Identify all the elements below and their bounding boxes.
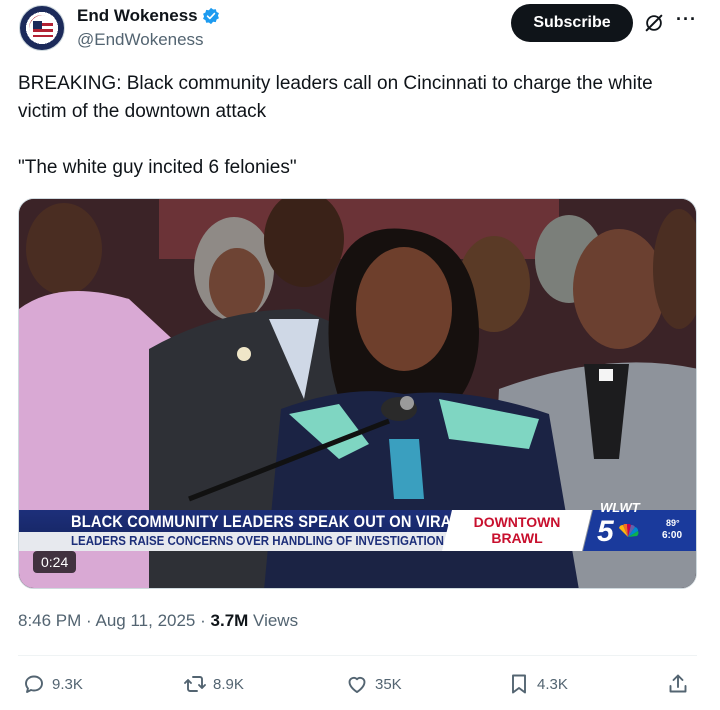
grok-icon[interactable]	[643, 12, 665, 34]
post-text: BREAKING: Black community leaders call o…	[18, 70, 698, 210]
meta-separator: ·	[200, 611, 211, 630]
news-chyron: BLACK COMMUNITY LEADERS SPEAK OUT ON VIR…	[19, 500, 696, 551]
reply-button[interactable]: 9.3K	[22, 668, 83, 700]
post-text-line: BREAKING: Black community leaders call o…	[18, 73, 653, 122]
bookmark-count: 4.3K	[537, 675, 568, 693]
author-handle[interactable]: @EndWokeness	[77, 30, 204, 50]
avatar[interactable]	[19, 5, 65, 51]
station-name: WLWT	[600, 500, 640, 515]
post-text-quote: "The white guy incited 6 felonies"	[18, 157, 297, 178]
weather-temperature: 89°	[666, 518, 680, 528]
peacock-icon	[619, 524, 639, 537]
like-count: 35K	[375, 675, 402, 693]
share-button[interactable]	[666, 668, 690, 700]
reply-icon	[25, 675, 43, 693]
chyron-tag-line1: DOWNTOWN	[473, 514, 561, 530]
like-button[interactable]: 35K	[345, 668, 402, 700]
chyron-tag: DOWNTOWN BRAWL	[442, 510, 592, 551]
views-label: Views	[253, 611, 299, 630]
repost-count: 8.9K	[213, 675, 244, 693]
video-duration-badge: 0:24	[33, 551, 77, 573]
bookmark-button[interactable]: 4.3K	[507, 668, 568, 700]
divider	[18, 655, 697, 656]
post-header: End Wokeness @EndWokeness Subscribe ···	[0, 0, 720, 60]
more-options-icon[interactable]: ···	[676, 9, 697, 30]
post-time[interactable]: 8:46 PM	[18, 611, 81, 630]
post-date[interactable]: Aug 11, 2025	[96, 611, 196, 630]
subscribe-button[interactable]: Subscribe	[511, 4, 633, 42]
chyron-sub-bar: LEADERS RAISE CONCERNS OVER HANDLING OF …	[19, 532, 453, 551]
action-bar: 9.3K 8.9K 35K 4.3K	[0, 668, 720, 700]
heart-icon	[348, 676, 366, 693]
bookmark-icon	[512, 674, 526, 694]
avatar-badge-icon	[29, 15, 57, 43]
share-icon	[669, 674, 687, 693]
author-name[interactable]: End Wokeness	[77, 6, 220, 26]
repost-button[interactable]: 8.9K	[183, 668, 244, 700]
author-name-text[interactable]: End Wokeness	[77, 6, 198, 26]
post-metadata: 8:46 PM · Aug 11, 2025 · 3.7M Views	[18, 611, 298, 631]
meta-separator: ·	[86, 611, 96, 630]
reply-count: 9.3K	[52, 675, 83, 693]
channel-number: 5	[597, 515, 614, 548]
chyron-subtitle: LEADERS RAISE CONCERNS OVER HANDLING OF …	[71, 534, 444, 548]
chyron-tag-line2: BRAWL	[491, 530, 543, 546]
view-count: 3.7M	[210, 611, 249, 630]
video-player[interactable]: BLACK COMMUNITY LEADERS SPEAK OUT ON VIR…	[18, 198, 697, 589]
repost-icon	[184, 676, 206, 692]
broadcast-time: 6:00	[662, 530, 683, 541]
verified-badge-icon	[202, 7, 219, 25]
